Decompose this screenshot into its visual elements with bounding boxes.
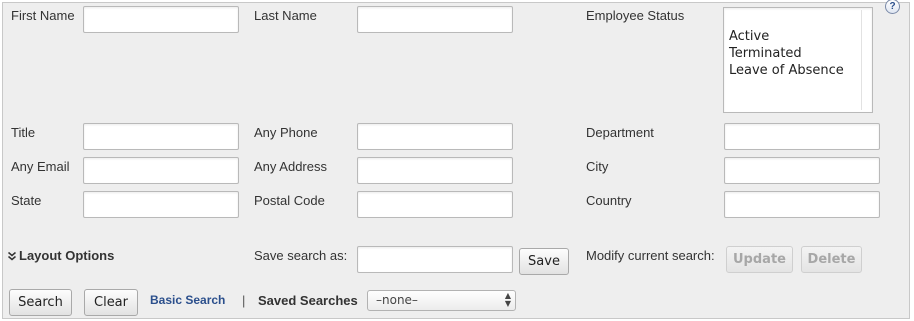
first-name-field[interactable] (83, 6, 239, 33)
saved-searches-label: Saved Searches (258, 293, 358, 308)
layout-options-toggle[interactable]: Layout Options (7, 248, 114, 263)
any-address-field[interactable] (357, 157, 513, 184)
title-label: Title (11, 125, 36, 140)
last-name-label: Last Name (254, 8, 317, 23)
country-field[interactable] (724, 191, 880, 218)
state-field[interactable] (83, 191, 239, 218)
employee-status-listbox[interactable]: Active Terminated Leave of Absence (723, 7, 873, 113)
postal-code-label: Postal Code (254, 193, 325, 208)
status-option-leave-of-absence[interactable]: Leave of Absence (724, 62, 872, 79)
delete-button[interactable]: Delete (801, 246, 862, 273)
saved-searches-selected-value: –none– (376, 293, 418, 307)
layout-options-label: Layout Options (19, 248, 115, 263)
basic-search-link[interactable]: Basic Search (150, 293, 225, 307)
clear-button[interactable]: Clear (84, 289, 138, 316)
title-field[interactable] (83, 123, 239, 150)
city-field[interactable] (724, 157, 880, 184)
search-button[interactable]: Search (9, 289, 72, 316)
any-address-label: Any Address (254, 159, 327, 174)
listbox-scrollbar[interactable] (861, 10, 870, 110)
double-chevron-down-icon (8, 251, 16, 260)
status-option-active[interactable]: Active (724, 28, 872, 45)
save-search-field[interactable] (357, 246, 513, 273)
any-phone-field[interactable] (357, 123, 513, 150)
save-search-label: Save search as: (254, 248, 348, 263)
department-label: Department (586, 125, 654, 140)
country-label: Country (586, 193, 632, 208)
select-arrows-icon: ▲ ▼ (504, 291, 511, 308)
status-option-terminated[interactable]: Terminated (724, 45, 872, 62)
any-phone-label: Any Phone (254, 125, 318, 140)
postal-code-field[interactable] (357, 191, 513, 218)
modify-search-label: Modify current search: (586, 248, 715, 263)
saved-searches-select[interactable]: –none– ▲ ▼ (367, 290, 516, 311)
save-button[interactable]: Save (519, 248, 569, 275)
last-name-field[interactable] (357, 6, 513, 33)
state-label: State (11, 193, 42, 208)
any-email-label: Any Email (11, 159, 70, 174)
city-label: City (586, 159, 609, 174)
department-field[interactable] (724, 123, 880, 150)
any-email-field[interactable] (83, 157, 239, 184)
update-button[interactable]: Update (726, 246, 793, 273)
first-name-label: First Name (11, 8, 75, 23)
separator: | (242, 293, 246, 308)
employee-status-label: Employee Status (586, 8, 685, 23)
